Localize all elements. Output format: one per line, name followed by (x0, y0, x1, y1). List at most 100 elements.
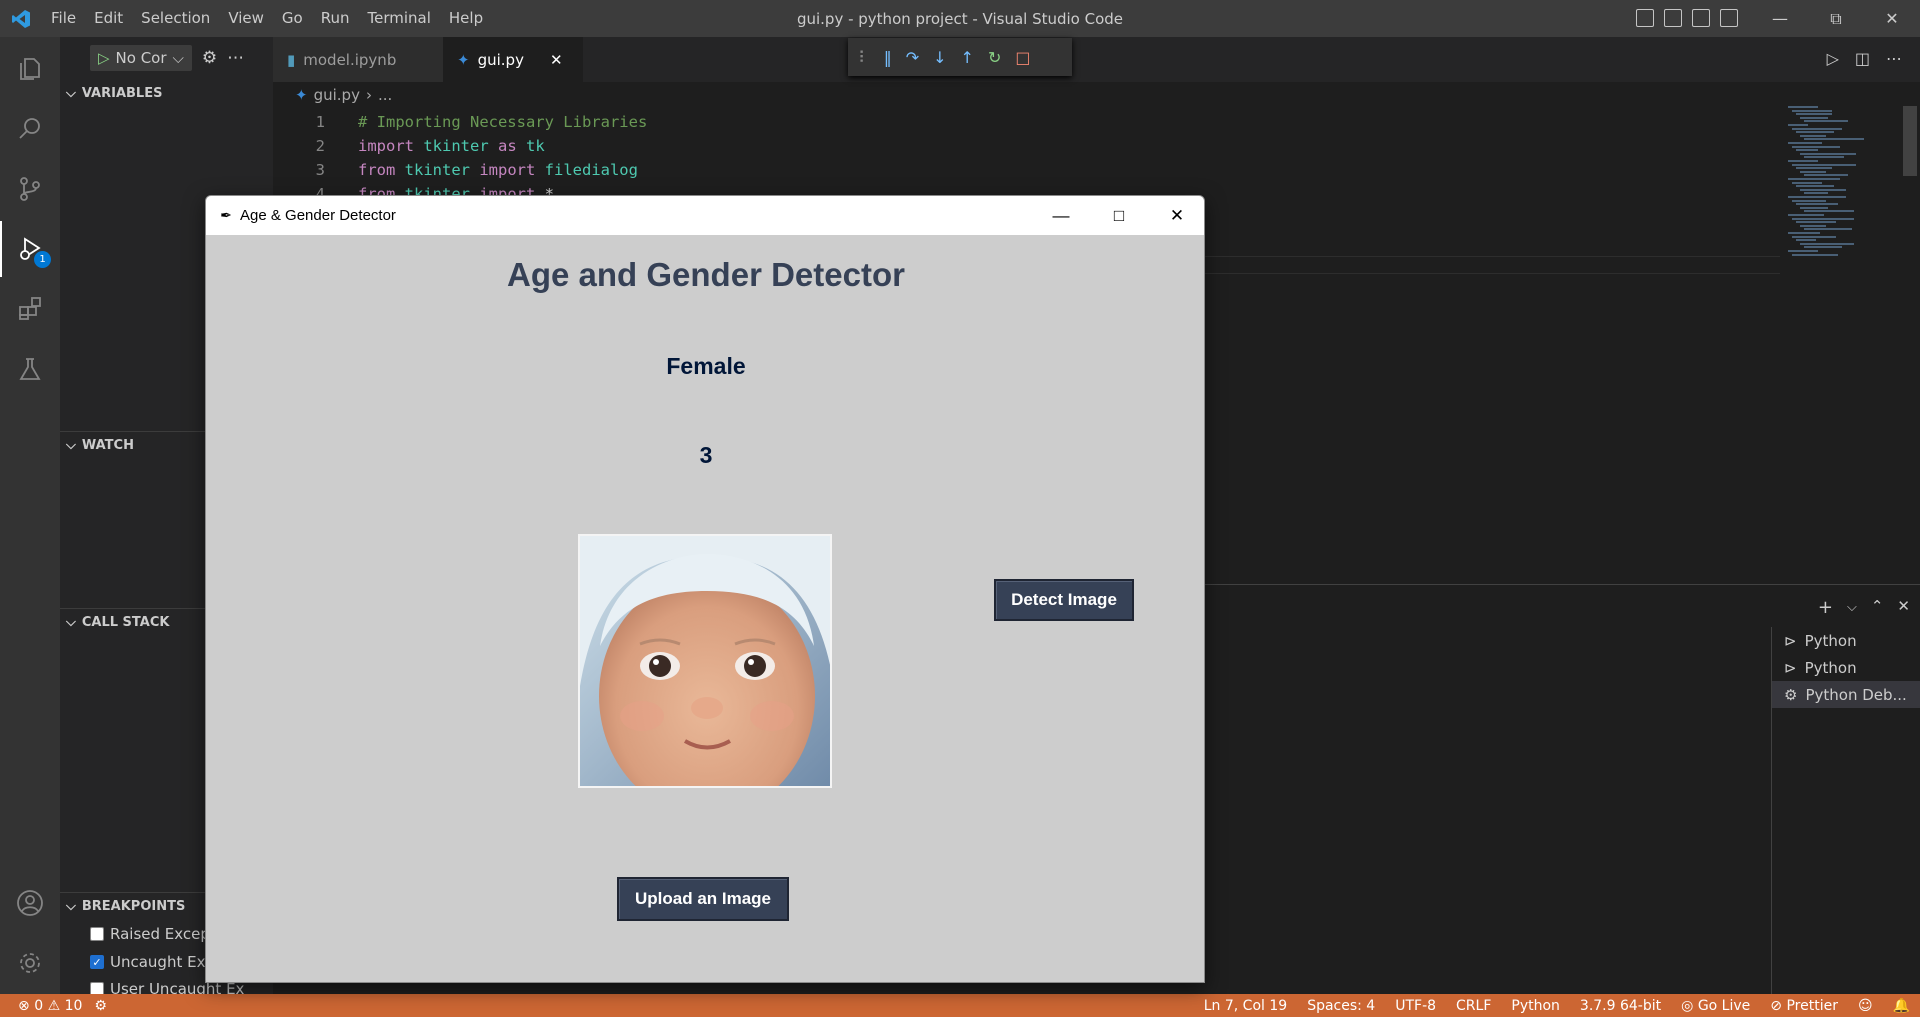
restart-icon[interactable]: ↻ (988, 48, 1001, 67)
language-mode[interactable]: Python (1511, 998, 1560, 1014)
close-button[interactable]: ✕ (1864, 0, 1920, 37)
close-tab-icon[interactable]: ✕ (550, 51, 563, 69)
restore-button[interactable]: ⧉ (1808, 0, 1864, 37)
step-over-icon[interactable]: ↷ (906, 48, 919, 67)
minimap-line (1800, 170, 1826, 173)
menu-help[interactable]: Help (440, 0, 492, 37)
drag-handle-icon[interactable]: ⠇ (858, 48, 870, 67)
detect-image-button[interactable]: Detect Image (994, 579, 1134, 621)
pause-icon[interactable]: ‖ (884, 48, 892, 67)
chevron-right-icon: › (365, 86, 372, 104)
breakpoint-checkbox[interactable]: ✓ (90, 955, 104, 969)
split-editor-icon[interactable]: ◫ (1855, 49, 1870, 68)
menu-go[interactable]: Go (273, 0, 312, 37)
end-of-line[interactable]: CRLF (1456, 998, 1491, 1014)
minimap[interactable] (1788, 106, 1903, 266)
run-config-dropdown[interactable]: ▷ No Cor ⌵ (90, 45, 192, 71)
menu-run[interactable]: Run (312, 0, 359, 37)
minimap-line (1804, 210, 1854, 213)
more-actions-icon[interactable]: ⋯ (1886, 49, 1902, 68)
step-into-icon[interactable]: ↓ (933, 48, 946, 67)
app-close-button[interactable]: ✕ (1148, 196, 1204, 235)
indentation[interactable]: Spaces: 4 (1307, 998, 1375, 1014)
tab-label: model.ipynb (303, 50, 397, 69)
close-panel-icon[interactable]: ✕ (1897, 597, 1910, 619)
terminal-label: Python Deb... (1805, 685, 1907, 704)
variables-section-header[interactable]: ⌵ VARIABLES (60, 82, 273, 104)
menu-selection[interactable]: Selection (132, 0, 219, 37)
menu-view[interactable]: View (219, 0, 273, 37)
source-control-icon[interactable] (0, 161, 60, 217)
age-result: 3 (699, 442, 713, 468)
toggle-primary-sidebar-icon[interactable] (1636, 9, 1654, 27)
chevron-down-icon: ⌵ (66, 614, 76, 630)
debug-status-icon[interactable]: ⚙ (94, 998, 107, 1014)
feedback-icon[interactable]: ☺ (1858, 998, 1873, 1014)
breadcrumb-file[interactable]: gui.py (314, 86, 360, 104)
step-out-icon[interactable]: ↑ (961, 48, 974, 67)
terminal-tab[interactable]: ⊳ Python (1772, 654, 1920, 681)
maximize-panel-icon[interactable]: ⌃ (1871, 597, 1884, 619)
breakpoint-checkbox[interactable] (90, 927, 104, 941)
tab-model-ipynb[interactable]: ▮ model.ipynb (273, 37, 443, 82)
run-debug-icon[interactable]: 1 (0, 221, 60, 277)
run-config-label: No Cor (115, 49, 167, 67)
menu-terminal[interactable]: Terminal (359, 0, 440, 37)
breadcrumb-symbol[interactable]: ... (378, 86, 392, 104)
extensions-icon[interactable] (0, 281, 60, 337)
minimize-button[interactable]: — (1752, 0, 1808, 37)
minimap-line (1796, 185, 1834, 188)
stop-icon[interactable]: □ (1015, 48, 1030, 67)
code-line[interactable]: 1 # Importing Necessary Libraries (273, 110, 1773, 134)
accounts-icon[interactable] (0, 875, 60, 931)
python-file-icon: ✦ (457, 50, 470, 69)
code-token: tkinter (404, 161, 480, 179)
run-python-file-icon[interactable]: ▷ (1827, 49, 1839, 68)
prettier-label: Prettier (1786, 997, 1838, 1014)
terminal-label: Python (1804, 658, 1857, 677)
explorer-icon[interactable] (0, 41, 60, 97)
terminal-list: ⊳ Python ⊳ Python ⚙ Python Deb... (1771, 627, 1920, 995)
minimap-line (1804, 192, 1828, 195)
start-debugging-icon[interactable]: ▷ (98, 49, 110, 67)
tab-gui-py[interactable]: ✦ gui.py ✕ (443, 37, 583, 82)
upload-image-button[interactable]: Upload an Image (617, 877, 789, 921)
chevron-down-icon[interactable]: ⌵ (1847, 597, 1857, 619)
toggle-secondary-sidebar-icon[interactable] (1692, 9, 1710, 27)
menu-edit[interactable]: Edit (85, 0, 132, 37)
editor-scrollbar-thumb[interactable] (1903, 106, 1917, 176)
terminal-tab[interactable]: ⊳ Python (1772, 627, 1920, 654)
prettier-button[interactable]: ⊘ Prettier (1770, 998, 1838, 1014)
notifications-bell-icon[interactable]: 🔔 (1893, 998, 1910, 1014)
customize-layout-icon[interactable] (1720, 9, 1738, 27)
encoding[interactable]: UTF-8 (1395, 998, 1436, 1014)
terminal-tab[interactable]: ⚙ Python Deb... (1772, 681, 1920, 708)
app-maximize-button[interactable]: □ (1090, 196, 1148, 235)
minimap-line (1800, 242, 1854, 245)
go-live-button[interactable]: ◎ Go Live (1681, 998, 1750, 1014)
chevron-down-icon: ⌵ (66, 437, 76, 453)
code-line[interactable]: 2 import tkinter as tk (273, 134, 1773, 158)
menu-file[interactable]: File (42, 0, 85, 37)
chevron-down-icon: ⌵ (172, 49, 184, 67)
cursor-position[interactable]: Ln 7, Col 19 (1204, 998, 1287, 1014)
breakpoints-title: BREAKPOINTS (81, 898, 186, 914)
code-line[interactable]: 3 from tkinter import filedialog (273, 158, 1773, 182)
debug-settings-gear-icon[interactable]: ⚙ (202, 48, 217, 68)
more-actions-icon[interactable]: ⋯ (227, 48, 244, 68)
python-interpreter[interactable]: 3.7.9 64-bit (1580, 998, 1661, 1014)
new-terminal-icon[interactable]: + (1818, 597, 1833, 619)
minimap-line (1796, 221, 1836, 224)
manage-gear-icon[interactable] (0, 935, 60, 991)
app-heading: Age and Gender Detector (507, 256, 905, 293)
minimap-line (1792, 127, 1842, 130)
toggle-panel-icon[interactable] (1664, 9, 1682, 27)
minimap-line (1792, 217, 1854, 220)
minimap-line (1804, 138, 1864, 141)
app-minimize-button[interactable]: — (1032, 196, 1090, 235)
problems-indicator[interactable]: ⊗ 0 ⚠ 10 (18, 998, 82, 1014)
testing-icon[interactable] (0, 341, 60, 397)
notebook-file-icon: ▮ (287, 50, 296, 69)
minimap-line (1804, 156, 1844, 159)
search-icon[interactable] (0, 101, 60, 157)
